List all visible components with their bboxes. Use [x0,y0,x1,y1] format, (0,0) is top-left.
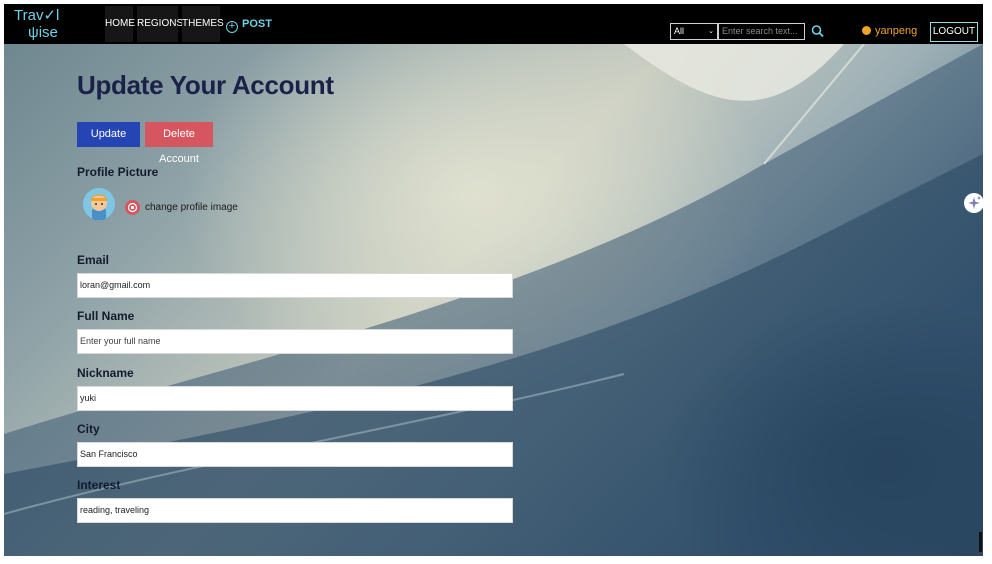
logo-line-1: Trav✓l [14,7,60,24]
email-field[interactable]: loran@gmail.com [77,273,513,298]
delete-account-button[interactable]: Delete Account [145,122,213,165]
user-menu[interactable]: yanpeng [862,23,917,40]
search-button[interactable] [810,22,826,40]
search-category-select[interactable]: All ⌄ [670,23,718,40]
page-title: Update Your Account [77,70,334,100]
scrollbar-edge [979,532,982,552]
username: yanpeng [875,25,918,37]
search-input[interactable]: Enter search text... [718,23,805,40]
interest-field[interactable]: reading, traveling [77,498,513,523]
assistant-button[interactable] [964,193,983,213]
plus-circle-icon: + [226,21,238,33]
city-label: City [77,422,100,436]
city-field[interactable]: San Francisco [77,442,513,467]
nav-post-label: POST [242,18,272,30]
chevron-down-icon: ⌄ [708,28,714,35]
nickname-label: Nickname [77,366,134,380]
camera-icon[interactable] [125,200,140,215]
top-navbar: Trav✓l ψise HOME REGIONS THEMES + POST Al… [4,4,983,44]
change-profile-image-link[interactable]: change profile image [145,202,238,213]
page-frame: Trav✓l ψise HOME REGIONS THEMES + POST Al… [4,4,983,556]
full-name-field[interactable]: Enter your full name [77,329,513,354]
nav-themes[interactable]: THEMES [182,6,224,42]
full-name-label: Full Name [77,309,135,323]
interest-label: Interest [77,478,121,492]
email-label: Email [77,253,110,267]
travelwise-logo[interactable]: Trav✓l ψise [14,7,74,41]
background-image [4,44,983,556]
user-circle-icon [862,26,871,35]
sparkle-icon [968,196,981,209]
search-icon [811,25,824,38]
logo-line-2: ψise [28,24,58,41]
nav-home[interactable]: HOME [105,6,135,42]
logout-button[interactable]: LOGOUT [930,22,978,42]
avatar-image[interactable] [83,188,115,220]
search-category-value: All [674,26,685,36]
profile-picture-label: Profile Picture [77,165,159,179]
update-button[interactable]: Update [77,122,140,147]
nickname-field[interactable]: yuki [77,386,513,411]
nav-post[interactable]: + POST [226,6,272,42]
nav-regions[interactable]: REGIONS [137,6,183,42]
